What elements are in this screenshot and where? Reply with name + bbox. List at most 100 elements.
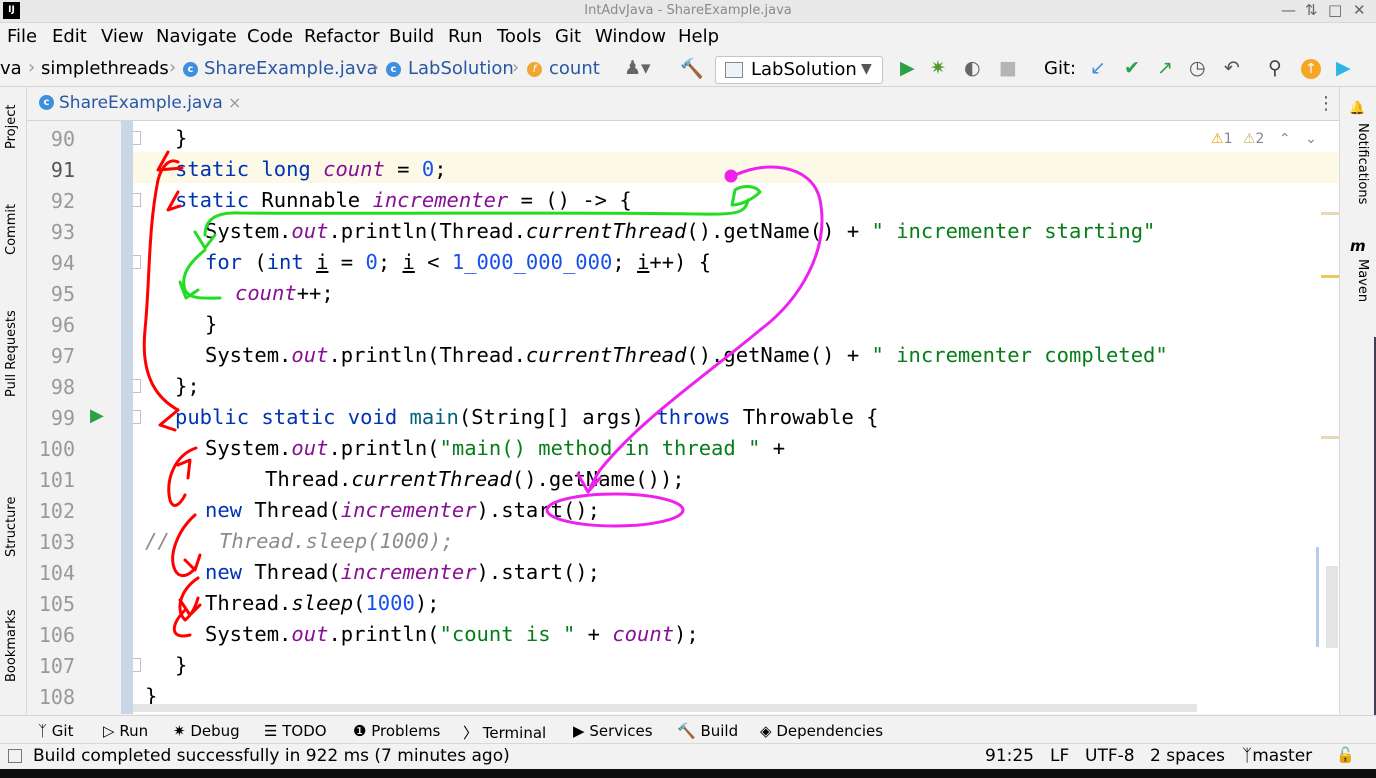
coverage-icon[interactable]: ◐ xyxy=(964,57,981,79)
status-message[interactable]: Build completed successfully in 922 ms (… xyxy=(33,746,510,766)
menu-code[interactable]: Code xyxy=(247,26,293,47)
code-line-90: } xyxy=(175,126,188,150)
fold-marker-icon[interactable] xyxy=(133,131,141,145)
indent-setting[interactable]: 2 spaces xyxy=(1150,746,1225,766)
code-line-93: System.out.println(Thread.currentThread(… xyxy=(205,219,1156,243)
line-separator[interactable]: LF xyxy=(1050,746,1069,766)
tool-maven[interactable]: Maven xyxy=(1355,259,1370,302)
user-icon[interactable]: ♟▾ xyxy=(624,57,651,79)
tool-structure[interactable]: Structure xyxy=(4,497,19,557)
restore-icon[interactable]: ⇅ xyxy=(1305,1,1318,19)
inspection-widget[interactable]: ⚠1 ⚠2 ⌃ ⌄ xyxy=(1211,131,1317,147)
toggle-tool-windows-icon[interactable] xyxy=(8,749,22,763)
fold-marker-icon[interactable] xyxy=(133,658,141,672)
run-configuration-select[interactable]: LabSolution ▼ xyxy=(715,56,883,84)
run-main-gutter-icon[interactable]: ▶ xyxy=(90,405,104,426)
warning-icon: ⚠ xyxy=(1211,131,1224,147)
tool-git-button[interactable]: ᛉ Git xyxy=(38,722,73,740)
tab-close-icon[interactable]: × xyxy=(228,93,241,112)
previous-highlight-icon[interactable]: ⌃ xyxy=(1279,131,1291,147)
tool-build-button[interactable]: 🔨 Build xyxy=(677,722,738,740)
minimize-icon[interactable]: — xyxy=(1281,1,1296,19)
jetbrains-toolbox-icon[interactable]: ▶ xyxy=(1336,57,1351,79)
git-branch-widget[interactable]: ᛉmaster xyxy=(1242,746,1312,766)
tool-notifications[interactable]: Notifications xyxy=(1355,123,1370,204)
notifications-icon[interactable]: 🔔 xyxy=(1349,101,1365,116)
code-line-94: for (int i = 0; i < 1_000_000_000; i++) … xyxy=(205,250,712,274)
line-number: 90 xyxy=(50,127,75,151)
stop-icon[interactable]: ■ xyxy=(999,57,1017,79)
next-highlight-icon[interactable]: ⌄ xyxy=(1305,131,1317,147)
debug-icon[interactable]: ✷ xyxy=(930,57,946,79)
weak-warning-count: 2 xyxy=(1255,131,1265,147)
git-branch-icon: ᛉ xyxy=(38,722,48,740)
history-icon[interactable]: ◷ xyxy=(1189,57,1206,79)
tool-dependencies-button[interactable]: ◈ Dependencies xyxy=(760,722,883,740)
line-number: 104 xyxy=(38,561,75,585)
menu-git[interactable]: Git xyxy=(555,26,581,47)
status-bar: Build completed successfully in 922 ms (… xyxy=(0,743,1376,770)
build-hammer-icon[interactable]: 🔨 xyxy=(680,57,704,80)
git-update-icon[interactable]: ↙ xyxy=(1090,57,1106,79)
horizontal-scrollbar[interactable] xyxy=(133,704,1197,712)
menu-help[interactable]: Help xyxy=(678,26,719,47)
line-number: 94 xyxy=(50,251,75,275)
code-editor[interactable]: } static long count = 0; static Runnable… xyxy=(133,121,1339,714)
navigation-bar: va › simplethreads › c ShareExample.java… xyxy=(0,52,1376,87)
vertical-scrollbar[interactable] xyxy=(1326,566,1338,648)
tool-debug-button[interactable]: ✷ Debug xyxy=(173,722,240,740)
bug-icon: ✷ xyxy=(173,722,186,740)
menu-build[interactable]: Build xyxy=(389,26,434,47)
menu-refactor[interactable]: Refactor xyxy=(304,26,380,47)
run-icon[interactable]: ▶ xyxy=(900,57,915,79)
menu-edit[interactable]: Edit xyxy=(52,26,87,47)
breadcrumb-field[interactable]: count xyxy=(549,58,600,79)
fold-marker-icon[interactable] xyxy=(133,379,141,393)
title-bar: IJ IntAdvJava - ShareExample.java — ⇅ □ … xyxy=(0,0,1376,23)
breadcrumb-project[interactable]: va xyxy=(0,58,22,79)
breadcrumb-package[interactable]: simplethreads xyxy=(41,58,169,79)
line-number: 100 xyxy=(38,437,75,461)
tool-problems-button[interactable]: ❶ Problems xyxy=(353,722,440,740)
tool-commit[interactable]: Commit xyxy=(4,204,19,255)
maven-icon[interactable]: m xyxy=(1350,237,1366,255)
search-icon[interactable]: ⚲ xyxy=(1268,57,1282,79)
weak-warning-icon: ⚠ xyxy=(1242,131,1256,147)
line-number: 107 xyxy=(38,654,75,678)
breadcrumb-class[interactable]: LabSolution xyxy=(408,58,514,79)
menu-tools[interactable]: Tools xyxy=(497,26,541,47)
tool-bookmarks[interactable]: Bookmarks xyxy=(4,609,19,682)
code-line-91: static long count = 0; xyxy=(175,157,447,181)
tool-project[interactable]: Project xyxy=(4,105,19,149)
caret-position[interactable]: 91:25 xyxy=(985,746,1034,766)
maximize-icon[interactable]: □ xyxy=(1328,1,1342,19)
tool-todo-button[interactable]: ☰ TODO xyxy=(264,722,327,740)
menu-view[interactable]: View xyxy=(101,26,144,47)
git-push-icon[interactable]: ↗ xyxy=(1157,57,1173,79)
line-number: 91 xyxy=(50,158,75,182)
menu-run[interactable]: Run xyxy=(448,26,483,47)
menu-navigate[interactable]: Navigate xyxy=(156,26,237,47)
breadcrumb-file[interactable]: ShareExample.java xyxy=(204,58,377,79)
tool-services-button[interactable]: ▶ Services xyxy=(573,722,653,740)
menu-file[interactable]: File xyxy=(7,26,37,47)
updates-icon[interactable]: ↑ xyxy=(1301,59,1321,79)
chevron-down-icon: ▼ xyxy=(861,61,872,77)
fold-marker-icon[interactable] xyxy=(133,410,141,424)
tool-run-button[interactable]: ▷ Run xyxy=(103,722,148,740)
git-commit-icon[interactable]: ✔ xyxy=(1124,57,1140,79)
tool-pull-requests[interactable]: Pull Requests xyxy=(4,310,19,397)
menu-bar: File Edit View Navigate Code Refactor Bu… xyxy=(0,23,1376,51)
tab-label: ShareExample.java xyxy=(59,93,223,113)
file-encoding[interactable]: UTF-8 xyxy=(1085,746,1135,766)
lock-icon[interactable]: 🔓 xyxy=(1336,746,1355,764)
close-icon[interactable]: ✕ xyxy=(1353,1,1366,19)
fold-marker-icon[interactable] xyxy=(133,193,141,207)
fold-marker-icon[interactable] xyxy=(133,255,141,269)
rollback-icon[interactable]: ↶ xyxy=(1224,57,1240,79)
terminal-icon: 〉 xyxy=(463,724,479,742)
layers-icon: ◈ xyxy=(760,722,772,740)
tool-terminal-button[interactable]: 〉 Terminal xyxy=(463,722,546,743)
more-options-icon[interactable]: ⋮ xyxy=(1317,93,1335,114)
menu-window[interactable]: Window xyxy=(595,26,666,47)
